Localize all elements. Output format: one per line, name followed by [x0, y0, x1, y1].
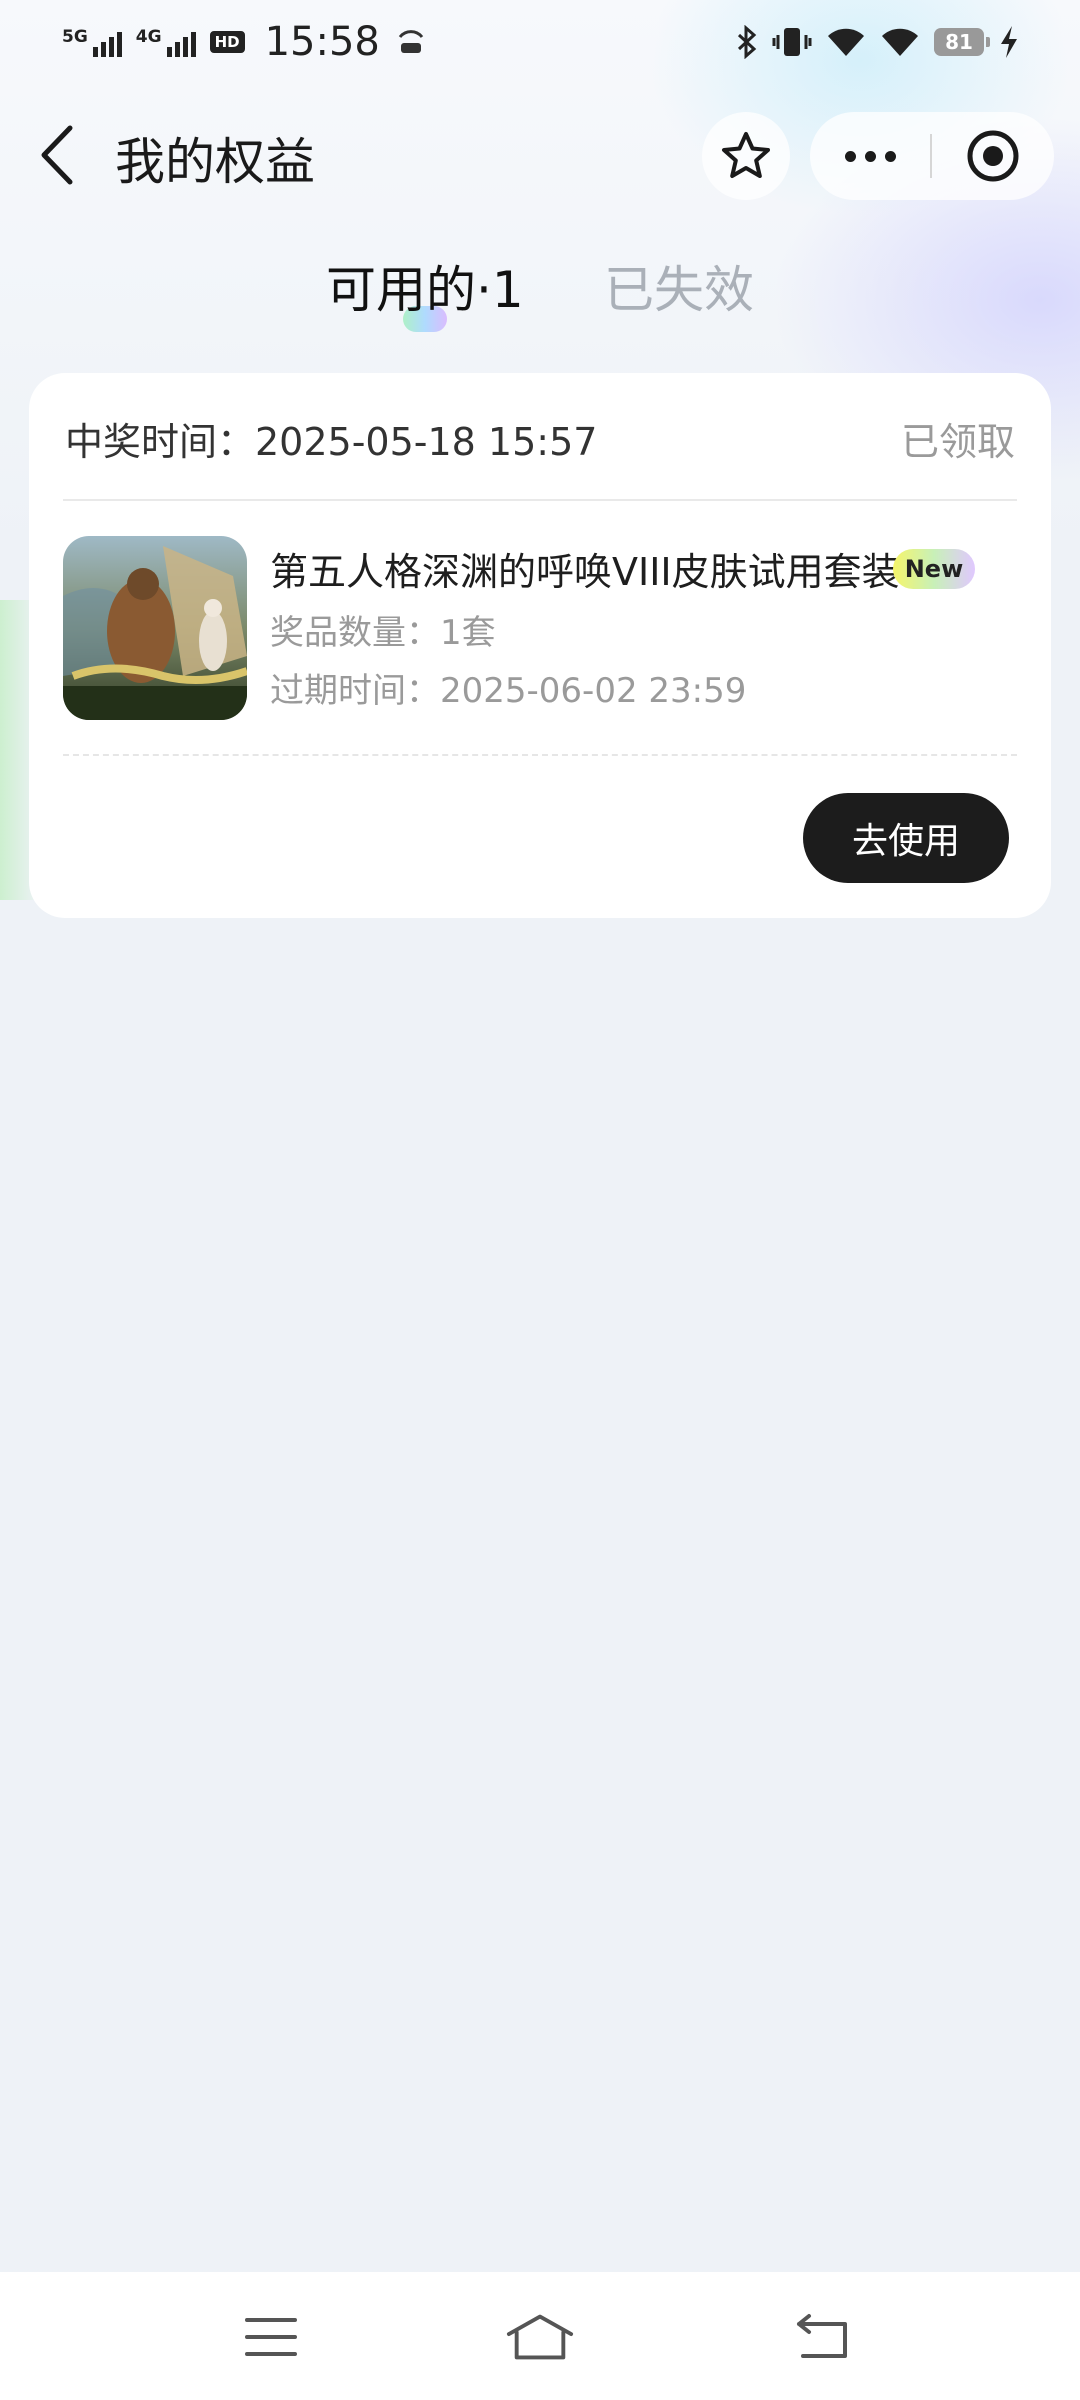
status-right: 81 [736, 24, 1020, 60]
more-button[interactable] [810, 112, 930, 200]
close-miniprogram-button[interactable] [932, 112, 1054, 200]
signal-4g-icon: 4G [136, 27, 196, 57]
hotspot-icon [398, 30, 424, 53]
status-left: 5G 4G HD 15:58 [62, 19, 428, 65]
nav-menu-button[interactable] [236, 2302, 306, 2372]
more-dot-icon [864, 150, 876, 162]
expire-time: 过期时间：2025-06-02 23:59 [270, 671, 747, 711]
chevron-left-icon [41, 125, 73, 185]
prize-quantity: 奖品数量：1套 [270, 613, 496, 653]
status-bar: 5G 4G HD 15:58 81 [0, 0, 1080, 84]
signal-5g-icon: 5G [62, 27, 122, 57]
return-icon [797, 2314, 847, 2358]
menu-icon [245, 2318, 297, 2356]
more-dot-icon [844, 150, 856, 162]
dashed-divider [63, 754, 1017, 756]
battery-icon: 81 [934, 28, 990, 56]
wifi-icon [828, 28, 864, 56]
miniprogram-capsule [810, 112, 1054, 200]
reward-card: 中奖时间：2025-05-18 15:57 已领取 第五人格深渊的呼唤VIII皮… [29, 373, 1051, 918]
tab-expired[interactable]: 已失效 [604, 250, 754, 322]
more-dot-icon [884, 150, 896, 162]
target-circle-icon [967, 130, 1019, 182]
hd-voice-icon: HD [209, 31, 245, 53]
wifi-icon-2 [882, 28, 918, 56]
vibrate-icon [772, 28, 812, 56]
charging-icon [1001, 26, 1017, 58]
tab-available[interactable]: 可用的·1 [326, 250, 524, 322]
clock: 15:58 [264, 19, 380, 65]
prize-thumbnail-image [63, 536, 247, 720]
win-time: 中奖时间：2025-05-18 15:57 [65, 420, 598, 464]
back-button[interactable] [30, 120, 90, 190]
star-icon [722, 132, 770, 178]
page-title: 我的权益 [115, 133, 315, 191]
nav-home-button[interactable] [505, 2302, 575, 2372]
prize-name: 第五人格深渊的呼唤VIII皮肤试用套装 [270, 550, 900, 594]
home-icon [506, 2314, 574, 2360]
tab-bar: 可用的·1 已失效 [0, 250, 1080, 332]
prize-thumbnail [63, 536, 247, 720]
nav-back-button[interactable] [788, 2302, 858, 2372]
favorite-button[interactable] [702, 112, 790, 200]
system-nav-bar [0, 2272, 1080, 2400]
use-button[interactable]: 去使用 [803, 793, 1009, 883]
status-badge: 已领取 [900, 420, 1015, 464]
divider [63, 499, 1017, 501]
bluetooth-icon [737, 25, 757, 59]
new-badge: New [893, 549, 975, 589]
